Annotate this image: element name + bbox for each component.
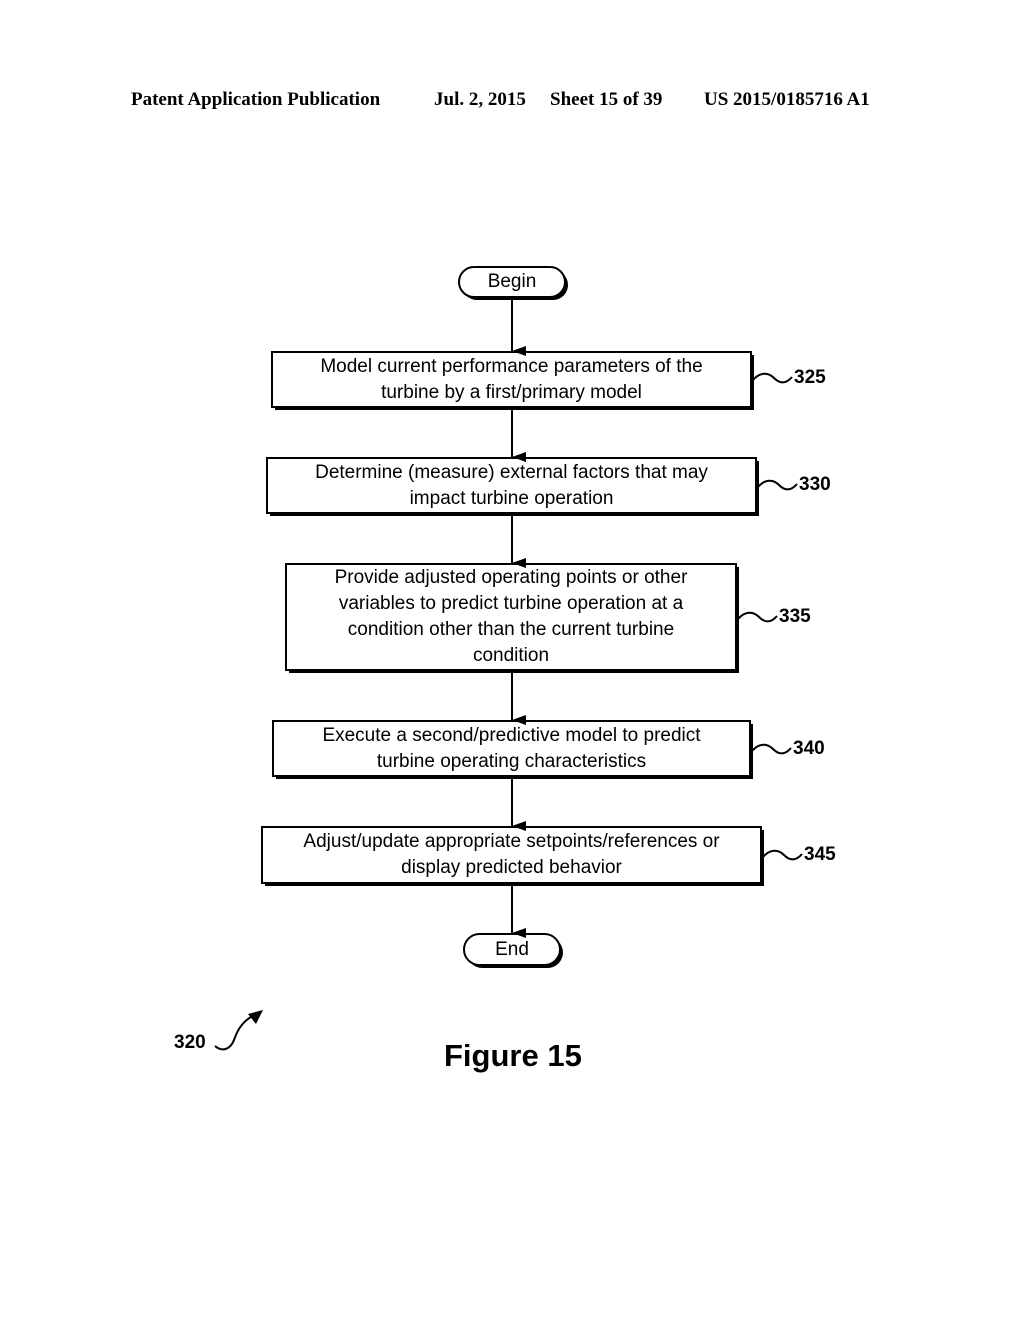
step-345-text: Adjust/update appropriate setpoints/refe…	[303, 831, 720, 878]
leader-340	[751, 743, 792, 755]
ref-345: 345	[804, 844, 836, 865]
leader-335	[737, 611, 778, 623]
ref-335: 335	[779, 606, 811, 627]
leader-345	[762, 849, 803, 861]
step-335-text: Provide adjusted operating points or oth…	[334, 567, 688, 666]
figure-caption: Figure 15	[444, 1038, 582, 1073]
step-340-text: Execute a second/predictive model to pre…	[322, 724, 701, 772]
begin-label: Begin	[487, 271, 537, 292]
ref-325: 325	[794, 367, 826, 388]
figure-ref-leader	[214, 1013, 257, 1051]
leader-330	[757, 479, 798, 491]
leader-325	[752, 372, 793, 384]
ref-330: 330	[799, 474, 831, 495]
step-330-text: Determine (measure) external factors tha…	[315, 461, 708, 509]
ref-340: 340	[793, 738, 825, 759]
end-label: End	[495, 938, 529, 960]
figure-ref-320: 320	[174, 1032, 206, 1053]
step-325-text: Model current performance parameters of …	[320, 355, 703, 403]
